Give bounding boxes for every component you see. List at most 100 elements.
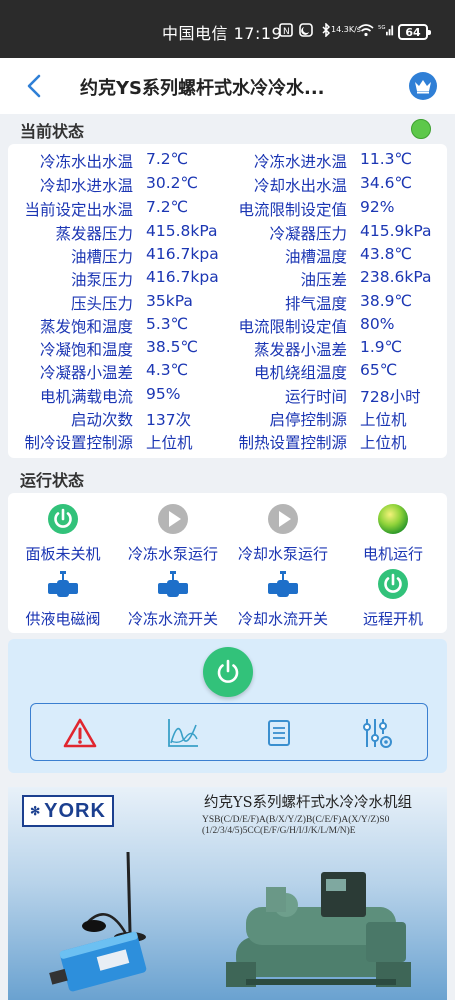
param-value: 11.3℃ bbox=[360, 150, 412, 168]
status-bar-carrier-time: 中国电信 17:19 bbox=[162, 20, 282, 44]
run-state-label: 冷却水流开关 bbox=[237, 610, 328, 628]
run-state-label: 冷冻水流开关 bbox=[127, 610, 218, 628]
param-label: 蒸发器压力 bbox=[55, 225, 133, 243]
valve-icon bbox=[158, 571, 188, 597]
run-state-title: 运行状态 bbox=[20, 471, 85, 490]
param-label: 压头压力 bbox=[70, 295, 133, 313]
status-row: 当前设定出水温 7.2℃ 电流限制设定值 92% bbox=[8, 198, 447, 221]
banner-title: 约克YS系列螺杆式水冷冷水机组 bbox=[204, 795, 413, 811]
run-state-card: 面板未关机 冷冻水泵运行 冷却水泵运行 电机运行 供液电磁阀 冷冻水流开关 冷却… bbox=[8, 493, 447, 633]
param-label: 冷冻水出水温 bbox=[39, 153, 133, 171]
param-label: 油泵压力 bbox=[70, 271, 133, 289]
param-value: 416.7kpa bbox=[146, 245, 219, 263]
param-value: 95% bbox=[146, 385, 181, 403]
alarm-button[interactable] bbox=[62, 716, 98, 750]
param-value: 415.8kPa bbox=[146, 222, 218, 240]
crown-button[interactable] bbox=[409, 72, 437, 100]
param-value: 728小时 bbox=[360, 388, 421, 406]
clock-time: 17:19 bbox=[233, 24, 283, 43]
carrier-name: 中国电信 bbox=[162, 24, 229, 43]
battery-indicator: 64 bbox=[398, 24, 431, 40]
valve-icon bbox=[48, 571, 78, 597]
param-value: 35kPa bbox=[146, 292, 193, 310]
status-row: 油泵压力 416.7kpa 油压差 238.6kPa bbox=[8, 268, 447, 291]
trend-chart-icon bbox=[168, 719, 198, 747]
net-speed-value: 14.3 bbox=[331, 25, 349, 34]
chevron-left-icon bbox=[27, 74, 41, 98]
param-label: 启停控制源 bbox=[269, 411, 347, 429]
trend-button[interactable] bbox=[165, 716, 201, 750]
control-panel bbox=[8, 639, 447, 773]
status-row: 蒸发器压力 415.8kPa 冷凝器压力 415.9kPa bbox=[8, 222, 447, 245]
status-row: 油槽压力 416.7kpa 油槽温度 43.8℃ bbox=[8, 245, 447, 268]
param-label: 冷冻水进水温 bbox=[253, 153, 347, 171]
param-label: 冷凝饱和温度 bbox=[39, 341, 133, 359]
param-value: 137次 bbox=[146, 411, 192, 429]
param-value: 1.9℃ bbox=[360, 338, 403, 356]
play-icon bbox=[268, 504, 298, 534]
status-row: 冷冻水出水温 7.2℃ 冷冻水进水温 11.3℃ bbox=[8, 150, 447, 173]
function-toolbar bbox=[30, 703, 428, 761]
param-value: 43.8℃ bbox=[360, 245, 412, 263]
nfc-icon: N bbox=[278, 22, 294, 38]
status-row: 冷却水进水温 30.2℃ 冷却水出水温 34.6℃ bbox=[8, 174, 447, 197]
param-value: 38.5℃ bbox=[146, 338, 198, 356]
logo-text: YORK bbox=[44, 799, 106, 822]
power-icon bbox=[217, 659, 239, 683]
param-value: 415.9kPa bbox=[360, 222, 432, 240]
power-toggle-button[interactable] bbox=[203, 647, 253, 697]
power-icon bbox=[378, 569, 408, 599]
param-value: 上位机 bbox=[360, 434, 407, 452]
wifi-icon bbox=[358, 22, 374, 38]
battery-level: 64 bbox=[405, 25, 421, 39]
param-label: 电机满载电流 bbox=[39, 388, 133, 406]
run-state-item: 冷却水流开关 bbox=[228, 568, 338, 629]
param-value: 4.3℃ bbox=[146, 361, 189, 379]
crown-icon bbox=[415, 80, 431, 94]
play-icon bbox=[158, 504, 188, 534]
param-label: 蒸发器小温差 bbox=[253, 341, 347, 359]
app-header: 约克YS系列螺杆式水冷冷水... bbox=[0, 58, 455, 114]
param-value: 38.9℃ bbox=[360, 292, 412, 310]
motor-status-icon bbox=[378, 504, 408, 534]
status-row: 冷凝器小温差 4.3℃ 电机绕组温度 65℃ bbox=[8, 361, 447, 384]
run-state-item: 冷冻水泵运行 bbox=[118, 503, 228, 564]
settings-button[interactable] bbox=[359, 716, 395, 750]
back-button[interactable] bbox=[22, 72, 48, 100]
param-label: 制热设置控制源 bbox=[238, 434, 347, 452]
param-label: 启动次数 bbox=[70, 411, 133, 429]
york-logo: ✻ YORK bbox=[22, 795, 114, 827]
run-state-label: 电机运行 bbox=[362, 545, 423, 563]
param-label: 油槽压力 bbox=[70, 248, 133, 266]
run-state-label: 冷却水泵运行 bbox=[237, 545, 328, 563]
param-label: 油槽温度 bbox=[284, 248, 347, 266]
current-status-title: 当前状态 bbox=[20, 122, 85, 141]
run-state-label: 供液电磁阀 bbox=[25, 610, 101, 628]
model-line: YSB(C/D/E/F)A(B/X/Y/Z)B(C/E/F)A(X/Y/Z)S0 bbox=[202, 815, 390, 825]
settings-sliders-icon bbox=[363, 719, 392, 748]
param-label: 电机绕组温度 bbox=[253, 364, 347, 382]
product-banner: ✻ YORK 约克YS系列螺杆式水冷冷水机组 YSB(C/D/E/F)A(B/X/… bbox=[8, 787, 447, 1000]
param-value: 30.2℃ bbox=[146, 174, 198, 192]
model-line: (1/2/3/4/5)5CC(E/F/G/H/I/J/K/L/M/N)E bbox=[202, 826, 356, 836]
network-speed: 14.3 K/s bbox=[331, 22, 361, 38]
run-state-item: 供液电磁阀 bbox=[8, 568, 118, 629]
status-row: 压头压力 35kPa 排气温度 38.9℃ bbox=[8, 292, 447, 315]
power-icon bbox=[48, 504, 78, 534]
param-value: 34.6℃ bbox=[360, 174, 412, 192]
param-label: 冷凝器压力 bbox=[269, 225, 347, 243]
do-not-disturb-icon bbox=[298, 22, 314, 38]
online-status-indicator bbox=[411, 119, 431, 139]
param-value: 80% bbox=[360, 315, 395, 333]
run-state-label: 面板未关机 bbox=[25, 545, 101, 563]
cellular-signal-icon: 5G bbox=[378, 22, 394, 38]
param-label: 冷却水进水温 bbox=[39, 177, 133, 195]
param-value: 238.6kPa bbox=[360, 268, 432, 286]
run-state-item: 冷却水泵运行 bbox=[228, 503, 338, 564]
param-label: 电流限制设定值 bbox=[238, 318, 347, 336]
param-label: 制冷设置控制源 bbox=[24, 434, 133, 452]
records-button[interactable] bbox=[261, 716, 297, 750]
svg-text:5G: 5G bbox=[378, 25, 386, 31]
param-label: 运行时间 bbox=[284, 388, 347, 406]
run-state-label: 远程开机 bbox=[362, 610, 423, 628]
